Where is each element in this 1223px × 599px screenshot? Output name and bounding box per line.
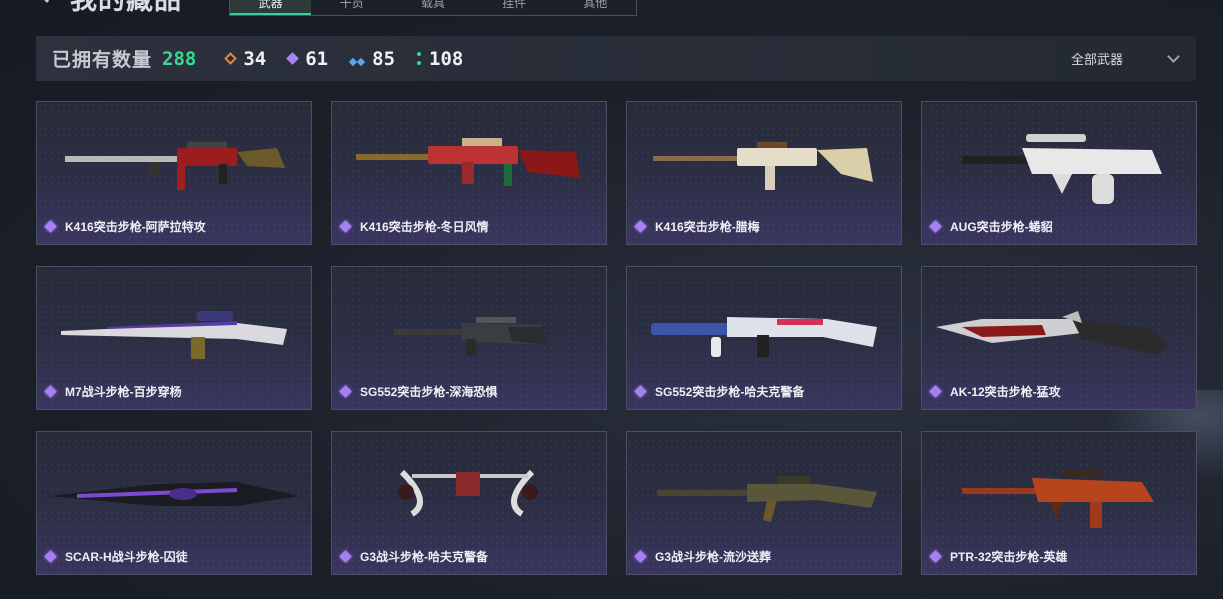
purple-gem-icon [44, 220, 57, 233]
purple-gem-icon [339, 220, 352, 233]
item-label: M7战斗步枪-百步穿杨 [44, 383, 182, 400]
item-card[interactable]: K416突击步枪-腊梅 [626, 101, 902, 245]
blue-double-diamond-icon [350, 53, 364, 65]
rifle-skin-image [962, 134, 1162, 204]
item-label: SG552突击步枪-哈夫克警备 [634, 383, 805, 400]
purple-gem-icon [929, 385, 942, 398]
rifle-skin-image [394, 317, 546, 355]
rifle-skin-image [657, 476, 877, 522]
tab-weapons[interactable]: 武器 [230, 0, 312, 15]
rarity-green: 108 [417, 48, 463, 70]
item-card[interactable]: G3战斗步枪-流沙送葬 [626, 431, 902, 575]
rifle-skin-image [653, 142, 873, 190]
purple-diamond-icon [286, 52, 300, 65]
owned-count: 288 [162, 47, 197, 70]
item-label: G3战斗步枪-流沙送葬 [634, 548, 772, 565]
rarity-orange: 34 [224, 47, 267, 70]
weapon-filter-dropdown[interactable]: 全部武器 [1070, 36, 1180, 81]
purple-gem-icon [44, 385, 57, 398]
item-card[interactable]: SG552突击步枪-深海恐惧 [331, 266, 607, 410]
rifle-skin-image [962, 470, 1154, 528]
rarity-purple: 61 [286, 47, 329, 70]
collection-grid: K416突击步枪-阿萨拉特攻 K416突击步枪-冬日风情 K416突击步枪-腊梅 [36, 101, 1197, 576]
item-card[interactable]: PTR-32突击步枪-英雄 [921, 431, 1197, 575]
item-card[interactable]: M7战斗步枪-百步穿杨 [36, 266, 312, 410]
rarity-count: 61 [305, 47, 329, 70]
purple-gem-icon [44, 550, 57, 563]
rarity-count: 108 [429, 47, 464, 70]
tab-charms[interactable]: 挂件 [474, 0, 555, 15]
rifle-skin-image [936, 311, 1168, 355]
item-card[interactable]: K416突击步枪-冬日风情 [331, 101, 607, 245]
item-name: SG552突击步枪-哈夫克警备 [655, 385, 805, 399]
rifle-skin-image [651, 317, 877, 357]
item-label: PTR-32突击步枪-英雄 [929, 548, 1068, 565]
item-name: K416突击步枪-阿萨拉特攻 [65, 220, 206, 234]
purple-gem-icon [634, 385, 647, 398]
orange-diamond-icon [224, 52, 238, 65]
category-tabs: 武器 干员 载具 挂件 其他 [229, 0, 637, 16]
item-card[interactable]: G3战斗步枪-哈夫克警备 [331, 431, 607, 575]
item-name: AK-12突击步枪-猛攻 [950, 385, 1061, 399]
owned-label: 已拥有数量 [52, 50, 153, 71]
bow-skin-image [398, 469, 538, 517]
stats-bar: 已拥有数量 288 34 61 85 108 全部武器 [36, 36, 1196, 81]
item-name: AUG突击步枪-蜷貂 [950, 220, 1053, 234]
item-card[interactable]: K416突击步枪-阿萨拉特攻 [36, 101, 312, 245]
green-dots-icon [417, 52, 422, 65]
page-title: 我的藏品 [70, 0, 182, 15]
item-name: K416突击步枪-冬日风情 [360, 220, 489, 234]
rarity-count: 34 [243, 47, 267, 70]
rifle-skin-image [65, 142, 285, 190]
rarity-count: 85 [372, 47, 396, 70]
tab-vehicles[interactable]: 载具 [392, 0, 473, 15]
tab-other[interactable]: 其他 [555, 0, 636, 15]
rifle-skin-image [61, 311, 287, 359]
item-label: AK-12突击步枪-猛攻 [929, 383, 1061, 400]
item-label: K416突击步枪-冬日风情 [339, 218, 489, 235]
item-label: SG552突击步枪-深海恐惧 [339, 383, 498, 400]
item-label: K416突击步枪-阿萨拉特攻 [44, 218, 206, 235]
top-bar: 我的藏品 武器 干员 载具 挂件 其他 [0, 0, 1223, 24]
item-card[interactable]: AK-12突击步枪-猛攻 [921, 266, 1197, 410]
item-name: K416突击步枪-腊梅 [655, 220, 760, 234]
item-card[interactable]: SCAR-H战斗步枪-囚徒 [36, 431, 312, 575]
item-label: AUG突击步枪-蜷貂 [929, 218, 1053, 235]
item-card[interactable]: SG552突击步枪-哈夫克警备 [626, 266, 902, 410]
tab-operators[interactable]: 干员 [311, 0, 392, 15]
item-name: PTR-32突击步枪-英雄 [950, 550, 1068, 564]
item-name: M7战斗步枪-百步穿杨 [65, 385, 182, 399]
purple-gem-icon [929, 550, 942, 563]
item-name: SCAR-H战斗步枪-囚徒 [65, 550, 188, 564]
rarity-blue: 85 [350, 48, 395, 70]
item-label: K416突击步枪-腊梅 [634, 218, 760, 235]
item-name: G3战斗步枪-哈夫克警备 [360, 550, 489, 564]
purple-gem-icon [339, 550, 352, 563]
rifle-skin-image [356, 138, 580, 186]
purple-gem-icon [339, 385, 352, 398]
item-name: SG552突击步枪-深海恐惧 [360, 385, 498, 399]
item-card[interactable]: AUG突击步枪-蜷貂 [921, 101, 1197, 245]
item-label: SCAR-H战斗步枪-囚徒 [44, 548, 188, 565]
item-name: G3战斗步枪-流沙送葬 [655, 550, 772, 564]
purple-gem-icon [634, 220, 647, 233]
purple-gem-icon [929, 220, 942, 233]
purple-gem-icon [634, 550, 647, 563]
filter-label: 全部武器 [1070, 52, 1123, 67]
item-label: G3战斗步枪-哈夫克警备 [339, 548, 489, 565]
back-arrow-icon[interactable] [37, 0, 57, 3]
rifle-skin-image [49, 482, 299, 506]
chevron-down-icon [1167, 49, 1180, 63]
